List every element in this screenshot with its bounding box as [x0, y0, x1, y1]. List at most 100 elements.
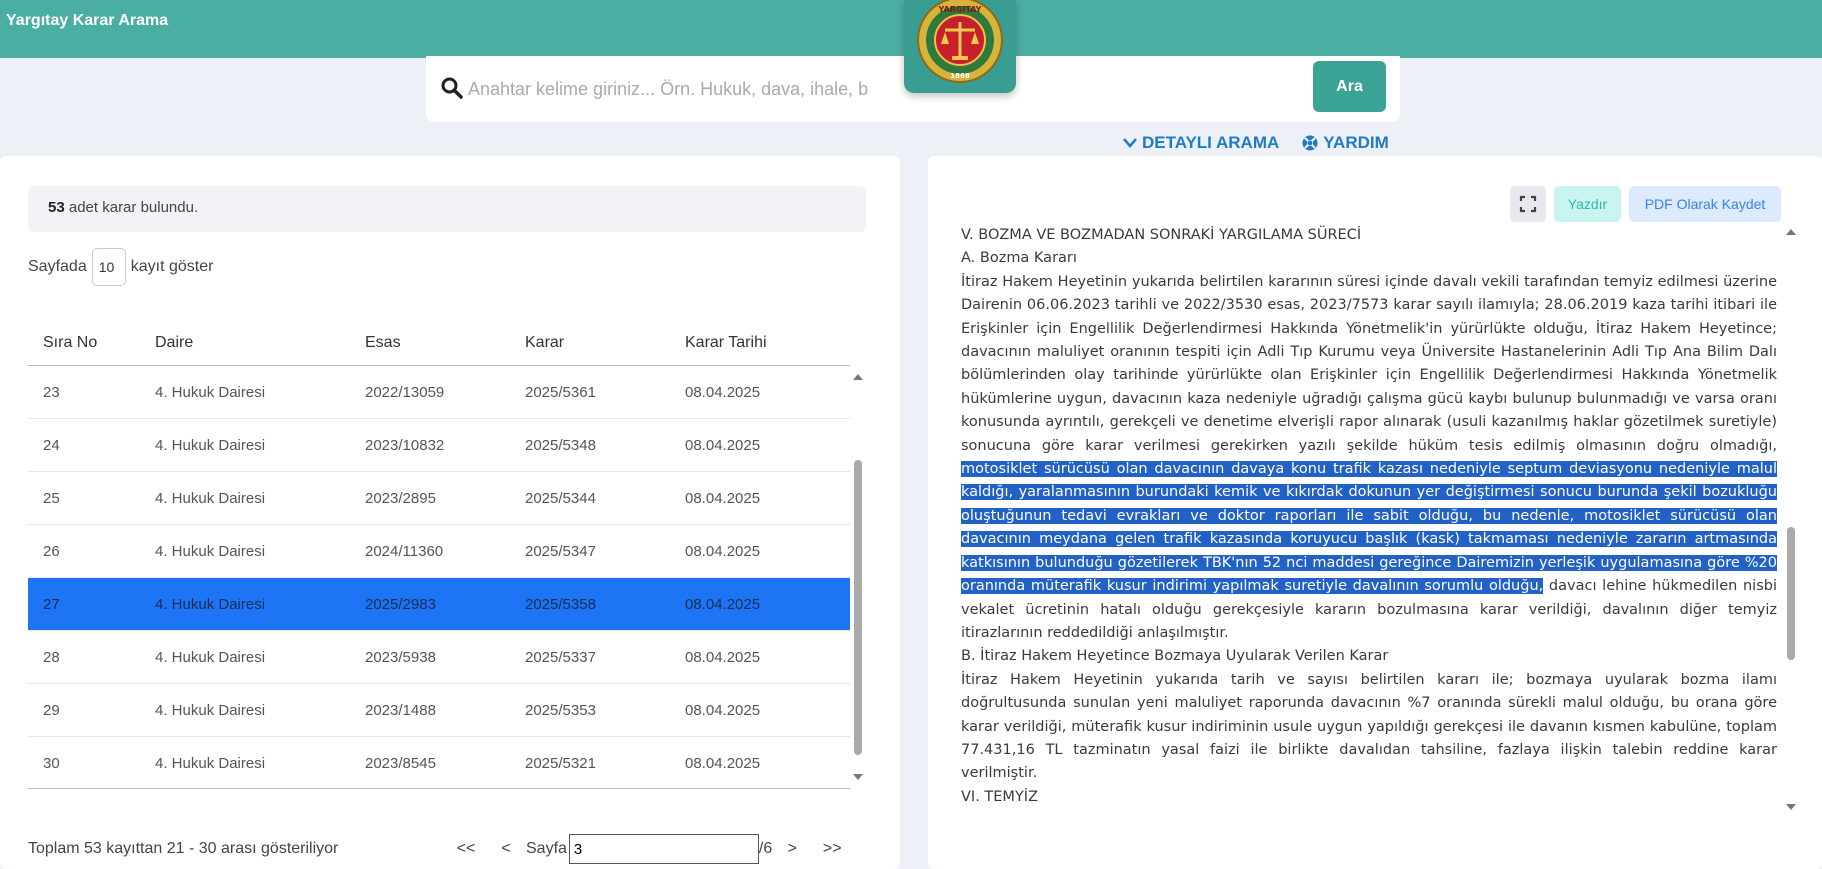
scrollbar-thumb[interactable]	[1787, 527, 1795, 660]
help-label: YARDIM	[1323, 133, 1389, 152]
per-page-control: Sayfada 10 kayıt göster	[28, 248, 213, 286]
cell-esas: 2024/11360	[365, 542, 444, 560]
first-page-button[interactable]: <<	[446, 840, 486, 858]
help-lifebuoy-icon	[1302, 135, 1318, 151]
scroll-down-arrow-icon[interactable]	[853, 774, 863, 780]
search-input[interactable]	[468, 72, 1318, 106]
cell-esas: 2023/2895	[365, 489, 436, 507]
yargitay-seal-icon: YARGITAY 1868	[917, 0, 1003, 83]
cell-esas: 2023/8545	[365, 754, 436, 772]
page-number-input[interactable]	[568, 834, 759, 864]
last-page-button[interactable]: >>	[812, 840, 852, 858]
column-header-karar-tarihi[interactable]: Karar Tarihi	[680, 334, 830, 352]
cell-karar: 2025/5344	[525, 489, 596, 507]
fullscreen-icon	[1519, 195, 1537, 213]
cell-esas: 2023/1488	[365, 701, 436, 719]
advanced-search-label: DETAYLI ARAMA	[1142, 133, 1280, 152]
document-panel: Yazdır PDF Olarak Kaydet V. BOZMA VE BOZ…	[928, 156, 1822, 869]
scroll-up-arrow-icon[interactable]	[1786, 229, 1796, 235]
column-header-esas[interactable]: Esas	[360, 334, 520, 352]
scroll-down-arrow-icon[interactable]	[1786, 804, 1796, 810]
search-button[interactable]: Ara	[1313, 61, 1386, 112]
subsection-heading: B. İtiraz Hakem Heyetince Bozmaya Uyular…	[961, 648, 1389, 665]
cell-sira-no: 24	[43, 436, 60, 454]
selected-text: motosiklet sürücüsü olan davacının davay…	[961, 461, 1777, 595]
results-panel: 53 adet karar bulundu. Sayfada 10 kayıt …	[0, 156, 900, 869]
decision-document: V. BOZMA VE BOZMADAN SONRAKİ YARGILAMA S…	[961, 224, 1777, 824]
cell-karar: 2025/5361	[525, 383, 596, 401]
cell-karar-tarihi: 08.04.2025	[685, 542, 761, 560]
table-row[interactable]: 29 4. Hukuk Dairesi 2023/1488 2025/5353 …	[28, 684, 850, 737]
advanced-search-link[interactable]: DETAYLI ARAMA	[1122, 133, 1279, 153]
next-page-button[interactable]: >	[772, 840, 812, 858]
table-row[interactable]: 23 4. Hukuk Dairesi 2022/13059 2025/5361…	[28, 366, 850, 419]
table-row[interactable]: 30 4. Hukuk Dairesi 2023/8545 2025/5321 …	[28, 737, 850, 789]
app-title: Yargıtay Karar Arama	[6, 12, 169, 29]
subsection-heading: A. Bozma Kararı	[961, 250, 1077, 267]
pagination: << < Sayfa /6 > >>	[446, 833, 852, 865]
search-options: DETAYLI ARAMA YARDIM	[1122, 132, 1389, 154]
records-info: Toplam 53 kayıttan 21 - 30 arası gösteri…	[28, 840, 339, 857]
page-label: Sayfa	[526, 840, 567, 857]
table-row[interactable]: 26 4. Hukuk Dairesi 2024/11360 2025/5347…	[28, 525, 850, 578]
table-row[interactable]: 24 4. Hukuk Dairesi 2023/10832 2025/5348…	[28, 419, 850, 472]
cell-sira-no: 27	[43, 595, 60, 613]
section-heading: V. BOZMA VE BOZMADAN SONRAKİ YARGILAMA S…	[961, 227, 1362, 243]
cell-karar-tarihi: 08.04.2025	[685, 436, 761, 454]
table-body: 23 4. Hukuk Dairesi 2022/13059 2025/5361…	[28, 366, 863, 789]
cell-karar: 2025/5358	[525, 595, 596, 613]
cell-karar-tarihi: 08.04.2025	[685, 701, 761, 719]
result-count: 53	[48, 199, 65, 216]
prev-page-button[interactable]: <	[486, 840, 526, 858]
cell-daire: 4. Hukuk Dairesi	[155, 701, 266, 719]
document-scrollbar[interactable]	[1784, 224, 1798, 814]
cell-karar: 2025/5337	[525, 648, 596, 666]
save-pdf-button[interactable]: PDF Olarak Kaydet	[1629, 186, 1781, 222]
logo-text: YARGITAY	[938, 5, 982, 14]
cell-daire: 4. Hukuk Dairesi	[155, 754, 266, 772]
cell-sira-no: 23	[43, 383, 60, 401]
cell-daire: 4. Hukuk Dairesi	[155, 648, 266, 666]
table-header: Sıra No Daire Esas Karar Karar Tarihi	[28, 320, 850, 366]
cell-sira-no: 26	[43, 542, 60, 560]
cell-sira-no: 29	[43, 701, 60, 719]
results-table: Sıra No Daire Esas Karar Karar Tarihi 23…	[28, 320, 863, 789]
cell-daire: 4. Hukuk Dairesi	[155, 383, 266, 401]
fullscreen-button[interactable]	[1510, 186, 1546, 222]
cell-karar: 2025/5347	[525, 542, 596, 560]
column-header-sira-no[interactable]: Sıra No	[28, 334, 150, 352]
cell-karar: 2025/5348	[525, 436, 596, 454]
cell-karar: 2025/5321	[525, 754, 596, 772]
help-link[interactable]: YARDIM	[1301, 133, 1389, 153]
document-paragraph: İtiraz Hakem Heyetinin yukarıda belirtil…	[961, 271, 1777, 646]
table-row-selected[interactable]: 27 4. Hukuk Dairesi 2025/2983 2025/5358 …	[28, 578, 850, 631]
cell-daire: 4. Hukuk Dairesi	[155, 489, 266, 507]
cell-esas: 2023/10832	[365, 436, 445, 454]
per-page-prefix: Sayfada	[28, 258, 87, 275]
table-row[interactable]: 25 4. Hukuk Dairesi 2023/2895 2025/5344 …	[28, 472, 850, 525]
table-scrollbar[interactable]	[851, 366, 865, 789]
cell-esas: 2022/13059	[365, 383, 445, 401]
cell-esas: 2023/5938	[365, 648, 436, 666]
yargitay-logo: YARGITAY 1868	[904, 0, 1016, 93]
result-count-banner: 53 adet karar bulundu.	[28, 186, 866, 232]
result-count-text: adet karar bulundu.	[68, 199, 199, 216]
document-paragraph: İtiraz Hakem Heyetinin yukarıda tarih ve…	[961, 671, 1777, 782]
cell-esas: 2025/2983	[365, 595, 436, 613]
column-header-karar[interactable]: Karar	[520, 334, 680, 352]
table-row[interactable]: 28 4. Hukuk Dairesi 2023/5938 2025/5337 …	[28, 631, 850, 684]
paragraph-text: İtiraz Hakem Heyetinin yukarıda belirtil…	[961, 273, 1777, 454]
scroll-up-arrow-icon[interactable]	[853, 374, 863, 380]
column-header-daire[interactable]: Daire	[150, 334, 360, 352]
search-icon	[441, 77, 463, 99]
per-page-suffix: kayıt göster	[130, 258, 214, 275]
logo-year: 1868	[950, 72, 970, 80]
cell-daire: 4. Hukuk Dairesi	[155, 436, 266, 454]
page-total: /6	[758, 840, 773, 857]
scrollbar-thumb[interactable]	[854, 460, 862, 755]
per-page-select[interactable]: 10	[91, 248, 126, 286]
print-button[interactable]: Yazdır	[1554, 186, 1621, 222]
cell-sira-no: 30	[43, 754, 60, 772]
cell-karar-tarihi: 08.04.2025	[685, 754, 761, 772]
cell-sira-no: 25	[43, 489, 60, 507]
